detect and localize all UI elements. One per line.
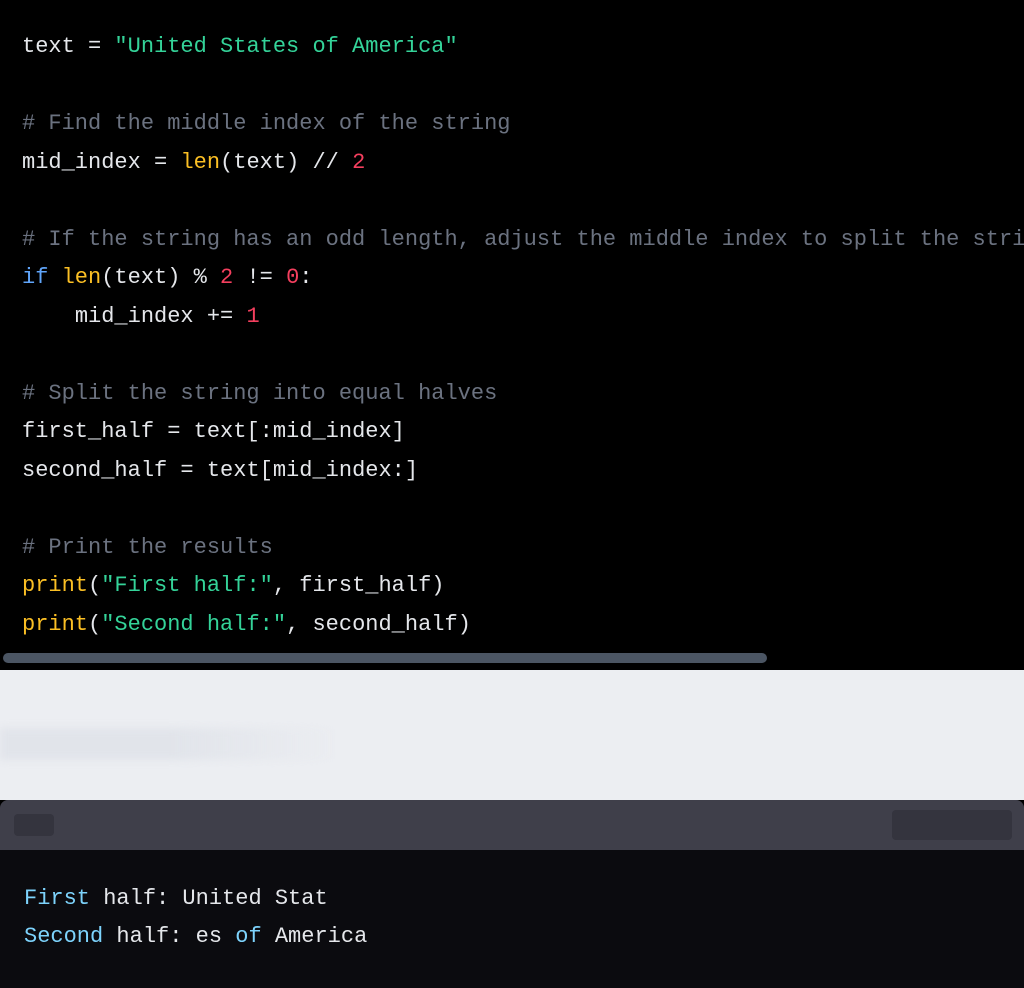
code-token-number: 2	[220, 265, 233, 290]
code-token-variable: first_half	[22, 419, 154, 444]
code-token-variable: second_half	[312, 612, 457, 637]
code-token-paren: (	[88, 612, 101, 637]
code-token-operator: =	[75, 34, 115, 59]
code-token-number: 1	[246, 304, 259, 329]
code-token-variable: mid_index	[22, 150, 141, 175]
code-line: if len(text) % 2 != 0:	[22, 259, 1024, 298]
code-line-blank	[22, 490, 1024, 529]
code-token-operator: =	[141, 150, 181, 175]
output-highlight: First	[24, 886, 90, 911]
horizontal-scrollbar[interactable]	[3, 653, 1021, 663]
output-line: Second half: es of America	[24, 918, 1024, 956]
code-line: # If the string has an odd length, adjus…	[22, 221, 1024, 260]
code-line: # Split the string into equal halves	[22, 375, 1024, 414]
code-token-string: "Second half:"	[101, 612, 286, 637]
code-token-operator: +=	[194, 304, 247, 329]
code-token-variable: text	[233, 150, 286, 175]
code-line-blank	[22, 67, 1024, 106]
content-gap	[0, 670, 1024, 800]
code-token-comment: # Print the results	[22, 535, 273, 560]
output-line: First half: United Stat	[24, 880, 1024, 918]
code-token-paren: )	[458, 612, 471, 637]
code-token-variable: first_half	[299, 573, 431, 598]
code-token-operator: =	[154, 419, 194, 444]
code-token-variable: mid_index	[75, 304, 194, 329]
output-body: First half: United Stat Second half: es …	[0, 850, 1024, 956]
code-line-blank	[22, 336, 1024, 375]
code-line: second_half = text[mid_index:]	[22, 452, 1024, 491]
code-token-variable: second_half	[22, 458, 167, 483]
code-token-operator: :	[299, 265, 312, 290]
code-token-builtin: print	[22, 573, 88, 598]
output-header	[0, 800, 1024, 850]
code-token-operator: ,	[286, 612, 312, 637]
code-token-variable: text	[114, 265, 167, 290]
code-token-operator: ,	[273, 573, 299, 598]
code-token-indent	[22, 304, 75, 329]
redacted-label	[0, 728, 340, 760]
code-line: # Print the results	[22, 529, 1024, 568]
code-token-string: "First half:"	[101, 573, 273, 598]
output-highlight: of	[235, 924, 261, 949]
code-token-variable: text	[22, 34, 75, 59]
code-editor[interactable]: text = "United States of America" # Find…	[0, 0, 1024, 670]
code-line: print("First half:", first_half)	[22, 567, 1024, 606]
code-line: mid_index += 1	[22, 298, 1024, 337]
code-token-comment: # Find the middle index of the string	[22, 111, 510, 136]
output-text: half: United Stat	[90, 886, 328, 911]
output-text: America	[262, 924, 368, 949]
code-token-builtin: len	[62, 265, 102, 290]
code-line: mid_index = len(text) // 2	[22, 144, 1024, 183]
code-token-paren: )	[167, 265, 180, 290]
code-token-paren: (	[101, 265, 114, 290]
code-token-paren: )	[286, 150, 299, 175]
code-token-paren: )	[431, 573, 444, 598]
horizontal-scrollbar-thumb[interactable]	[3, 653, 767, 663]
code-token-comment: # If the string has an odd length, adjus…	[22, 227, 1024, 252]
code-token-expression: text[mid_index:]	[207, 458, 418, 483]
output-panel: First half: United Stat Second half: es …	[0, 800, 1024, 988]
code-token-operator: =	[167, 458, 207, 483]
code-token-operator: !=	[233, 265, 286, 290]
code-token-space	[48, 265, 61, 290]
code-token-paren: (	[88, 573, 101, 598]
code-line: print("Second half:", second_half)	[22, 606, 1024, 645]
code-token-expression: text[:mid_index]	[194, 419, 405, 444]
output-text: half: es	[103, 924, 235, 949]
code-token-string: "United States of America"	[114, 34, 457, 59]
code-token-comment: # Split the string into equal halves	[22, 381, 497, 406]
code-token-operator: %	[180, 265, 220, 290]
code-token-builtin: len	[180, 150, 220, 175]
code-line-blank	[22, 182, 1024, 221]
output-action-redacted[interactable]	[892, 810, 1012, 840]
code-token-number: 0	[286, 265, 299, 290]
code-token-paren: (	[220, 150, 233, 175]
code-line: text = "United States of America"	[22, 28, 1024, 67]
code-token-number: 2	[352, 150, 365, 175]
code-token-builtin: print	[22, 612, 88, 637]
code-line: first_half = text[:mid_index]	[22, 413, 1024, 452]
output-label-redacted	[14, 814, 54, 836]
output-highlight: Second	[24, 924, 103, 949]
code-line: # Find the middle index of the string	[22, 105, 1024, 144]
code-token-keyword: if	[22, 265, 48, 290]
code-token-operator: //	[299, 150, 352, 175]
